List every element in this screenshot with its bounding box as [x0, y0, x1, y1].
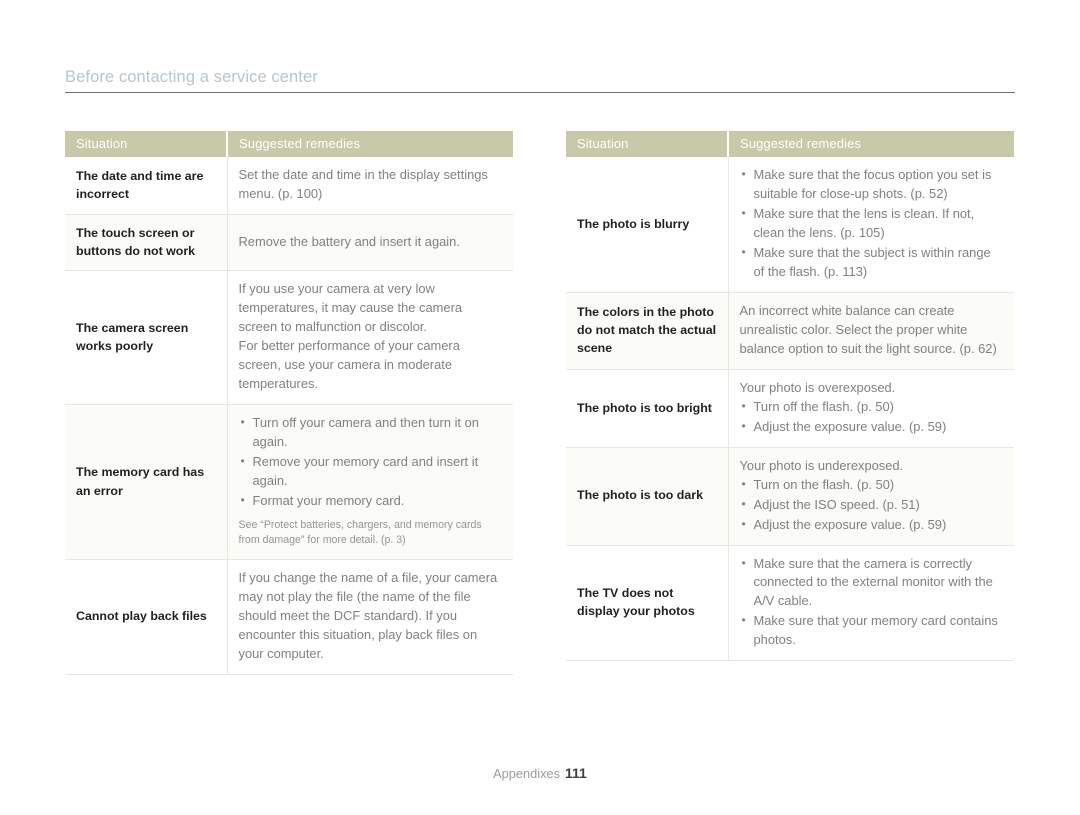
- cell-remedies: If you use your camera at very low tempe…: [227, 270, 513, 406]
- troubleshooting-table-right: Situation Suggested remedies The photo i…: [566, 131, 1014, 662]
- cell-situation: The photo is too bright: [566, 369, 729, 448]
- table-row: The touch screen or buttons do not work R…: [65, 214, 513, 272]
- remedy-bullet-item: Adjust the ISO speed. (p. 51): [740, 495, 1005, 515]
- remedy-bullet-item: Format your memory card.: [239, 491, 504, 511]
- cell-remedies: Set the date and time in the display set…: [227, 157, 513, 215]
- column-header-situation: Situation: [566, 131, 729, 157]
- remedy-bullet-item: Turn off the flash. (p. 50): [740, 397, 1005, 417]
- document-page: Before contacting a service center Situa…: [0, 0, 1080, 815]
- column-header-remedies: Suggested remedies: [227, 131, 513, 157]
- remedy-bullet-item: Make sure that the subject is within ran…: [740, 243, 1005, 282]
- cell-situation: The touch screen or buttons do not work: [65, 214, 228, 272]
- table-row: The camera screen works poorly If you use…: [65, 270, 513, 406]
- remedy-paragraph: Your photo is underexposed.: [739, 457, 904, 473]
- remedy-bullet-item: Adjust the exposure value. (p. 59): [740, 417, 1005, 437]
- remedy-paragraph: Set the date and time in the display set…: [238, 167, 488, 201]
- remedy-bullet-item: Adjust the exposure value. (p. 59): [740, 515, 1005, 535]
- column-header-remedies: Suggested remedies: [728, 131, 1014, 157]
- remedy-paragraph: Remove the battery and insert it again.: [238, 233, 460, 249]
- table-body-left: The date and time are incorrect Set the d…: [65, 157, 513, 675]
- cell-remedies: Your photo is overexposed. Turn off the f…: [728, 369, 1014, 448]
- cell-situation: Cannot play back files: [65, 559, 228, 675]
- cell-situation: The camera screen works poorly: [65, 270, 228, 406]
- cell-remedies: Turn off your camera and then turn it on…: [227, 404, 513, 560]
- cell-situation: The colors in the photo do not match the…: [566, 292, 729, 370]
- remedy-bullet-item: Turn on the flash. (p. 50): [740, 475, 1005, 495]
- remedy-bullet-item: Turn off your camera and then turn it on…: [239, 413, 504, 452]
- remedy-bullet-item: Make sure that the camera is correctly c…: [740, 554, 1005, 612]
- remedy-bullet-item: Make sure that your memory card contains…: [740, 611, 1005, 650]
- table-row: The TV does not display your photosMake …: [566, 545, 1014, 662]
- cell-remedies: Make sure that the focus option you set …: [728, 157, 1014, 293]
- table-row: The photo is blurry Make sure that the fo…: [566, 157, 1014, 293]
- table-header-row: Situation Suggested remedies: [65, 131, 513, 157]
- cell-situation: The date and time are incorrect: [65, 157, 228, 215]
- troubleshooting-table-left: Situation Suggested remedies The date an…: [65, 131, 513, 675]
- remedy-paragraph: An incorrect white balance can create un…: [739, 302, 997, 356]
- running-header: Before contacting a service center: [65, 68, 1015, 93]
- table-row: The photo is too dark Your photo is under…: [566, 447, 1014, 546]
- remedy-paragraph: If you change the name of a file, your c…: [238, 569, 498, 661]
- table-row: The colors in the photo do not match the…: [566, 292, 1014, 370]
- remedy-bullet-list: Turn off your camera and then turn it on…: [239, 413, 504, 511]
- remedy-paragraph: For better performance of your camera sc…: [238, 338, 460, 392]
- remedy-bullet-list: Turn on the flash. (p. 50)Adjust the ISO…: [740, 475, 1005, 535]
- remedy-bullet-item: Make sure that the focus option you set …: [740, 165, 1005, 204]
- table-row: Cannot play back files If you change the …: [65, 559, 513, 675]
- column-header-situation: Situation: [65, 131, 228, 157]
- header-rule: [65, 92, 1015, 93]
- remedy-bullet-item: Make sure that the lens is clean. If not…: [740, 204, 1005, 243]
- remedy-bullet-list: Make sure that the camera is correctly c…: [740, 554, 1005, 651]
- remedy-paragraph: If you use your camera at very low tempe…: [238, 281, 463, 335]
- table-row: The photo is too bright Your photo is ove…: [566, 369, 1014, 448]
- cell-remedies: An incorrect white balance can create un…: [728, 292, 1014, 370]
- cell-situation: The memory card has an error: [65, 404, 228, 560]
- remedy-paragraph: Your photo is overexposed.: [739, 379, 896, 395]
- cell-remedies: Remove the battery and insert it again.: [227, 214, 513, 272]
- table-body-right: The photo is blurry Make sure that the fo…: [566, 157, 1014, 662]
- table-row: The memory card has an error Turn off you…: [65, 404, 513, 560]
- remedy-bullet-item: Remove your memory card and insert it ag…: [239, 452, 504, 491]
- remedy-bullet-list: Make sure that the focus option you set …: [740, 165, 1005, 282]
- remedy-note: See “Protect batteries, chargers, and me…: [238, 519, 482, 547]
- footer-page-number: 111: [565, 765, 587, 781]
- cell-remedies: Your photo is underexposed. Turn on the f…: [728, 447, 1014, 546]
- cell-situation: The photo is too dark: [566, 447, 729, 546]
- page-title: Before contacting a service center: [65, 68, 318, 86]
- cell-situation: The photo is blurry: [566, 157, 729, 293]
- table-row: The date and time are incorrect Set the d…: [65, 157, 513, 215]
- page-footer: Appendixes 111: [0, 765, 1080, 783]
- cell-situation: The TV does not display your photos: [566, 545, 729, 662]
- cell-remedies: If you change the name of a file, your c…: [227, 559, 513, 675]
- table-header-row: Situation Suggested remedies: [566, 131, 1014, 157]
- remedy-bullet-list: Turn off the flash. (p. 50)Adjust the ex…: [740, 397, 1005, 437]
- cell-remedies: Make sure that the camera is correctly c…: [728, 545, 1014, 662]
- footer-section-label: Appendixes: [493, 766, 561, 781]
